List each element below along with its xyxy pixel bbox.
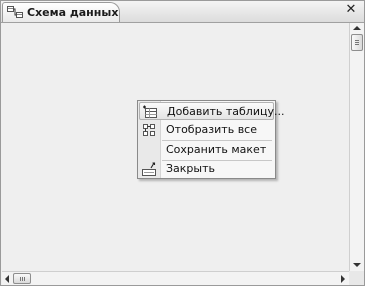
document-tab-title: Схема данных xyxy=(27,6,119,19)
menu-item-label: Добавить таблицу... xyxy=(167,105,285,118)
scroll-right-arrow-icon[interactable] xyxy=(341,275,345,283)
menu-item-show-all[interactable]: Отобразить все xyxy=(139,121,274,139)
relationships-window: Схема данных ✕ Добавить таблицу... Отобр… xyxy=(0,0,365,286)
menu-item-save-layout[interactable]: Сохранить макет xyxy=(139,141,274,159)
horizontal-scrollbar[interactable] xyxy=(2,271,349,285)
context-menu: Добавить таблицу... Отобразить все Сохра… xyxy=(137,100,284,179)
relationships-icon xyxy=(7,6,23,18)
scrollbar-corner xyxy=(349,271,364,285)
add-table-icon xyxy=(143,105,157,118)
scroll-left-arrow-icon[interactable] xyxy=(5,275,9,283)
close-icon[interactable]: ✕ xyxy=(344,3,358,17)
document-tab-strip: Схема данных ✕ xyxy=(1,1,364,23)
menu-item-label: Сохранить макет xyxy=(166,143,267,156)
scroll-down-arrow-icon[interactable] xyxy=(353,263,361,267)
menu-item-add-table[interactable]: Добавить таблицу... xyxy=(139,102,284,120)
document-tab[interactable]: Схема данных xyxy=(2,2,120,22)
vertical-scroll-thumb[interactable] xyxy=(351,34,363,51)
show-all-icon xyxy=(143,124,155,136)
vertical-scrollbar[interactable] xyxy=(349,23,364,271)
menu-item-label: Закрыть xyxy=(166,162,215,175)
horizontal-scroll-thumb[interactable] xyxy=(13,273,31,284)
menu-item-close[interactable]: Закрыть xyxy=(139,160,274,178)
menu-item-label: Отобразить все xyxy=(166,123,257,136)
scroll-up-arrow-icon[interactable] xyxy=(353,26,361,30)
close-diagram-icon xyxy=(142,162,156,176)
